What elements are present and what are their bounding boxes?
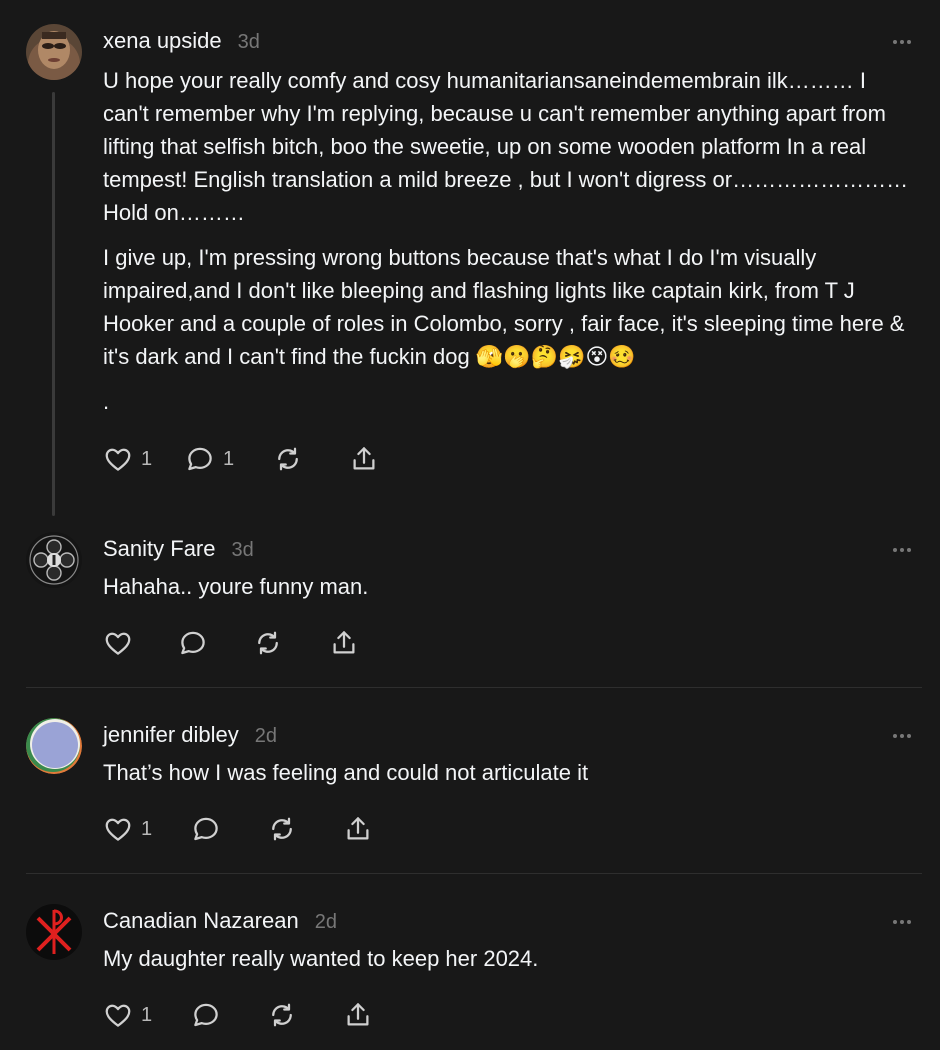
avatar[interactable] bbox=[26, 718, 82, 774]
reply-button[interactable] bbox=[178, 626, 253, 660]
repost-icon bbox=[278, 447, 298, 471]
post-text: Hahaha.. youre funny man. bbox=[103, 574, 369, 599]
repost-icon bbox=[258, 631, 278, 655]
author-name[interactable]: Sanity Fare bbox=[103, 536, 216, 562]
share-icon bbox=[347, 1003, 369, 1026]
share-button[interactable] bbox=[349, 442, 389, 476]
heart-icon bbox=[105, 818, 131, 841]
author-name[interactable]: Canadian Nazarean bbox=[103, 908, 299, 934]
post-sanity-fare: Sanity Fare 3d Hahaha.. youre funny man. bbox=[0, 532, 940, 682]
divider bbox=[26, 687, 922, 688]
like-count: 1 bbox=[141, 447, 153, 470]
action-bar bbox=[103, 626, 369, 660]
post-canadian-nazarean: Canadian Nazarean 2d My daughter really … bbox=[0, 904, 940, 1050]
avatar[interactable] bbox=[26, 904, 82, 960]
reply-button[interactable] bbox=[191, 998, 267, 1032]
share-icon bbox=[353, 447, 375, 470]
post-text: . bbox=[103, 389, 110, 414]
more-icon[interactable] bbox=[888, 536, 916, 564]
heart-icon bbox=[105, 1004, 131, 1027]
comment-icon bbox=[194, 817, 218, 841]
more-icon[interactable] bbox=[888, 722, 916, 750]
author-name[interactable]: jennifer dibley bbox=[103, 722, 239, 748]
post-content: jennifer dibley 2d That’s how I was feel… bbox=[103, 722, 916, 789]
post-text: That’s how I was feeling and could not a… bbox=[103, 760, 589, 785]
more-icon[interactable] bbox=[888, 908, 916, 936]
comment-icon bbox=[181, 631, 205, 655]
post-content: Sanity Fare 3d Hahaha.. youre funny man. bbox=[103, 536, 916, 603]
share-icon bbox=[347, 817, 369, 840]
post-jennifer-dibley: jennifer dibley 2d That’s how I was feel… bbox=[0, 718, 940, 868]
heart-icon bbox=[105, 632, 131, 655]
post-text: My daughter really wanted to keep her 20… bbox=[103, 946, 539, 971]
share-button[interactable] bbox=[343, 812, 383, 846]
reply-button[interactable] bbox=[191, 812, 267, 846]
post-xena-upside: xena upside 3d U hope your really comfy … bbox=[0, 24, 940, 524]
repost-button[interactable] bbox=[267, 998, 343, 1032]
author-name[interactable]: xena upside bbox=[103, 28, 222, 54]
post-content: xena upside 3d U hope your really comfy … bbox=[103, 28, 916, 418]
avatar[interactable] bbox=[26, 24, 82, 80]
divider bbox=[26, 873, 922, 874]
post-text: U hope your really comfy and cosy humani… bbox=[103, 68, 909, 225]
like-count: 1 bbox=[141, 1003, 153, 1026]
timestamp: 3d bbox=[237, 31, 260, 53]
heart-icon bbox=[105, 448, 131, 471]
share-button[interactable] bbox=[343, 998, 383, 1032]
comment-icon bbox=[188, 447, 212, 471]
avatar[interactable] bbox=[26, 532, 82, 588]
share-button[interactable] bbox=[329, 626, 369, 660]
like-button[interactable]: 1 bbox=[103, 998, 191, 1032]
timestamp: 2d bbox=[254, 725, 277, 747]
thread-line bbox=[52, 92, 55, 516]
like-button[interactable]: 1 bbox=[103, 442, 185, 476]
action-bar: 1 1 bbox=[103, 442, 389, 476]
comment-icon bbox=[194, 1003, 218, 1027]
action-bar: 1 bbox=[103, 998, 383, 1032]
like-count: 1 bbox=[141, 817, 153, 840]
like-button[interactable] bbox=[103, 626, 178, 660]
repost-button[interactable] bbox=[273, 442, 349, 476]
repost-button[interactable] bbox=[253, 626, 329, 660]
share-icon bbox=[333, 631, 355, 654]
repost-button[interactable] bbox=[267, 812, 343, 846]
timestamp: 2d bbox=[314, 911, 337, 933]
repost-icon bbox=[272, 1003, 292, 1027]
action-bar: 1 bbox=[103, 812, 383, 846]
reply-button[interactable]: 1 bbox=[185, 442, 273, 476]
like-button[interactable]: 1 bbox=[103, 812, 191, 846]
repost-icon bbox=[272, 817, 292, 841]
more-icon[interactable] bbox=[888, 28, 916, 56]
timestamp: 3d bbox=[231, 539, 254, 561]
post-content: Canadian Nazarean 2d My daughter really … bbox=[103, 908, 916, 975]
reply-count: 1 bbox=[223, 447, 235, 470]
post-text: I give up, I'm pressing wrong buttons be… bbox=[103, 245, 905, 369]
